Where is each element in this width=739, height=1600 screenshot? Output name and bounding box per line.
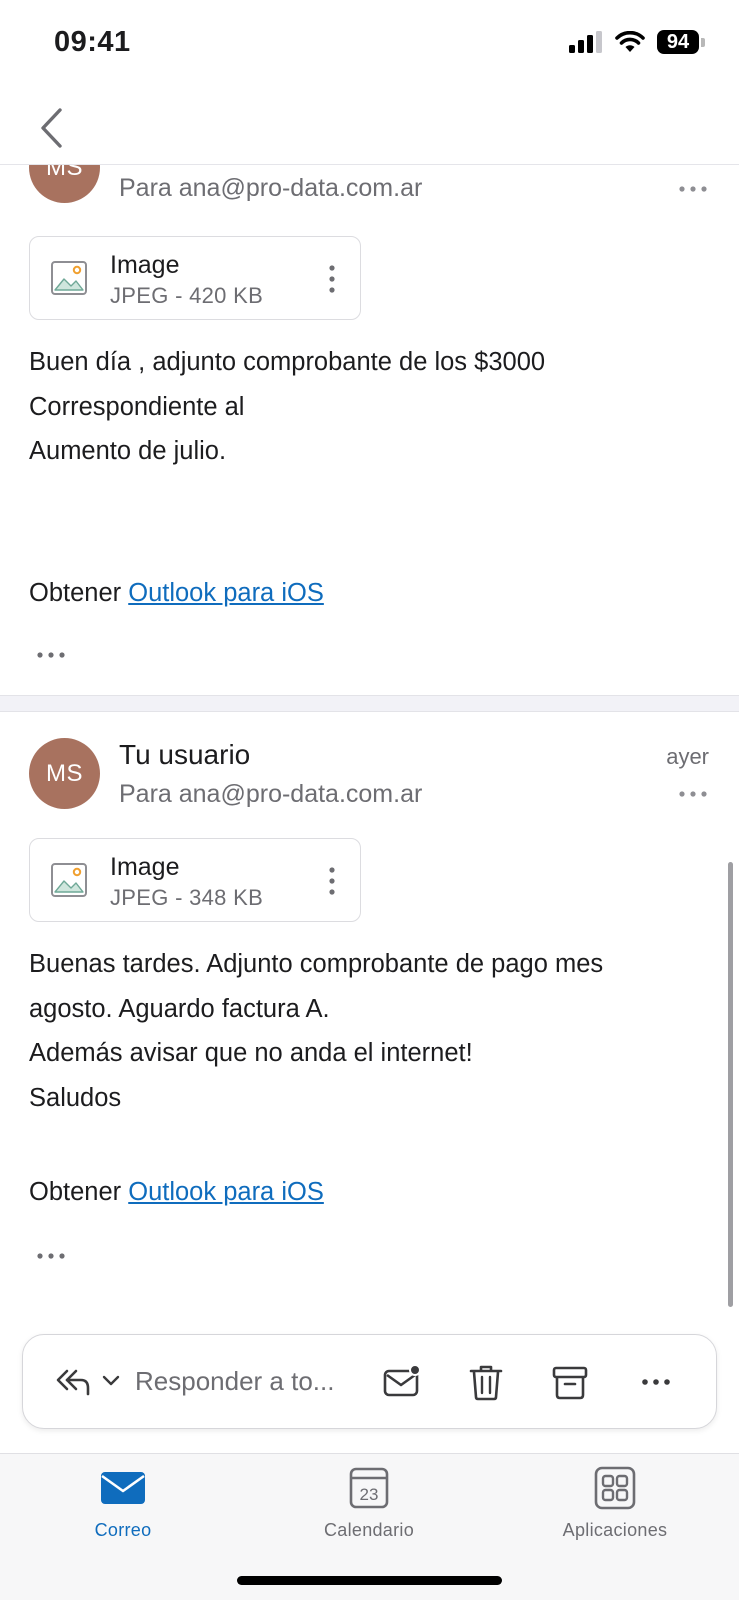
- tab-apps[interactable]: Aplicaciones: [535, 1466, 695, 1546]
- message-body: Buen día , adjunto comprobante de los $3…: [29, 340, 709, 474]
- back-chevron-icon[interactable]: [36, 106, 70, 150]
- cellular-signal-icon: [569, 31, 602, 53]
- sender-name: Tu usuario: [119, 739, 251, 770]
- message-card[interactable]: MS Tu usuario ayer Para ana@pro-data.com…: [0, 712, 739, 1297]
- message-body: Buenas tardes. Adjunto comprobante de pa…: [29, 942, 709, 1120]
- recipient-line: Para ana@pro-data.com.ar: [119, 174, 423, 202]
- attachment-name: Image: [110, 251, 180, 279]
- battery-indicator: 94: [657, 30, 705, 54]
- message-date: ayer: [666, 744, 709, 769]
- wifi-icon: [615, 31, 645, 52]
- attachment-card[interactable]: Image JPEG - 420 KB: [29, 236, 361, 320]
- calendar-day: 23: [360, 1485, 379, 1504]
- tab-label: Aplicaciones: [562, 1520, 668, 1540]
- message-separator: [0, 695, 739, 712]
- trash-icon[interactable]: [467, 1363, 505, 1401]
- tab-mail[interactable]: Correo: [43, 1466, 203, 1546]
- image-file-icon: [51, 863, 87, 897]
- message-card[interactable]: MS Para ana@pro-data.com.ar Image JPEG -…: [0, 165, 739, 695]
- attachment-more-icon[interactable]: [324, 263, 340, 295]
- battery-tip: [701, 37, 705, 47]
- signature-prefix: Obtener: [29, 579, 122, 607]
- reply-all-icon[interactable]: [55, 1365, 91, 1397]
- tab-calendar[interactable]: 23 Calendario: [289, 1466, 449, 1546]
- signature-prefix: Obtener: [29, 1178, 122, 1206]
- avatar: MS: [29, 165, 100, 203]
- signature-line: Obtener Outlook para iOS: [29, 1178, 324, 1207]
- status-icons: 94: [569, 30, 705, 54]
- body-line: Saludos: [29, 1083, 122, 1112]
- recipient-line: Para ana@pro-data.com.ar: [119, 780, 423, 808]
- image-file-icon: [51, 261, 87, 295]
- home-indicator[interactable]: [237, 1576, 502, 1585]
- tab-label: Correo: [94, 1520, 152, 1540]
- mail-icon: [101, 1472, 145, 1504]
- outlook-ios-link[interactable]: Outlook para iOS: [128, 579, 324, 607]
- attachment-name: Image: [110, 853, 180, 881]
- outlook-ios-link[interactable]: Outlook para iOS: [128, 1178, 324, 1206]
- message-more-icon[interactable]: [677, 181, 709, 197]
- more-icon[interactable]: [637, 1363, 675, 1401]
- apps-icon: [594, 1466, 636, 1510]
- calendar-icon: 23: [349, 1467, 389, 1509]
- show-quoted-more-icon[interactable]: [36, 1250, 66, 1262]
- body-line: agosto. Aguardo factura A.: [29, 994, 330, 1023]
- body-line: Buenas tardes. Adjunto comprobante de pa…: [29, 950, 604, 978]
- tab-label: Calendario: [323, 1520, 415, 1540]
- signature-line: Obtener Outlook para iOS: [29, 579, 324, 608]
- reply-all-button[interactable]: Responder a to...: [135, 1366, 334, 1397]
- status-time: 09:41: [54, 26, 131, 58]
- scrollbar[interactable]: [728, 862, 733, 1307]
- attachment-meta: JPEG - 420 KB: [110, 283, 264, 308]
- body-line: Además avisar que no anda el internet!: [29, 1039, 473, 1067]
- archive-icon[interactable]: [551, 1363, 589, 1401]
- mark-unread-icon[interactable]: [383, 1363, 421, 1401]
- message-more-icon[interactable]: [677, 786, 709, 802]
- battery-level: 94: [657, 30, 699, 54]
- chevron-down-icon[interactable]: [101, 1372, 121, 1390]
- body-line: Aumento de julio.: [29, 437, 227, 465]
- navigation-bar: [0, 90, 739, 164]
- attachment-more-icon[interactable]: [324, 865, 340, 897]
- attachment-meta: JPEG - 348 KB: [110, 885, 264, 910]
- status-bar: 09:41 94: [0, 0, 739, 90]
- body-line: Correspondiente al: [29, 392, 245, 421]
- message-action-bar: Responder a to...: [22, 1334, 717, 1429]
- show-quoted-more-icon[interactable]: [36, 649, 66, 661]
- body-line: Buen día , adjunto comprobante de los $3…: [29, 348, 546, 376]
- avatar: MS: [29, 738, 100, 809]
- attachment-card[interactable]: Image JPEG - 348 KB: [29, 838, 361, 922]
